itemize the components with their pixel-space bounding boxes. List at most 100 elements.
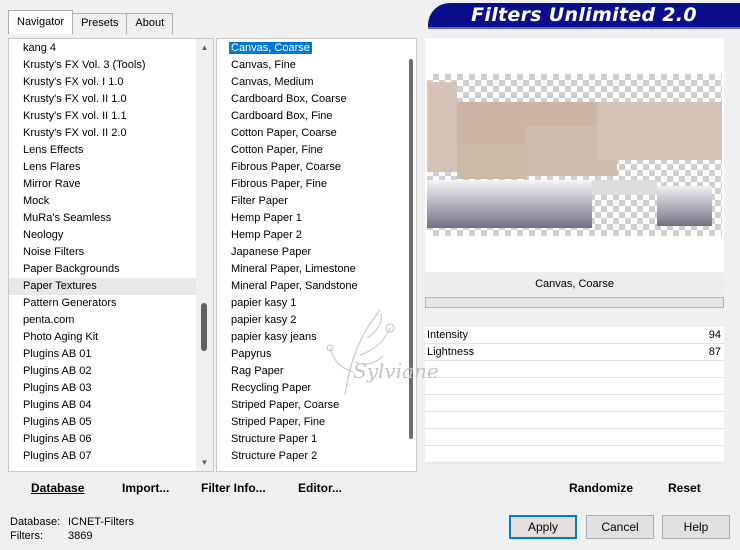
reset-button[interactable]: Reset [668, 481, 701, 495]
category-item[interactable]: Neology [9, 227, 197, 244]
tab-navigator[interactable]: Navigator [8, 10, 74, 34]
category-item[interactable]: Plugins AB 06 [9, 431, 197, 448]
filter-item[interactable]: Canvas, Medium [217, 74, 405, 91]
filter-item[interactable]: Canvas, Fine [217, 57, 405, 74]
filter-item[interactable]: papier kasy 2 [217, 312, 405, 329]
filter-item-label: Striped Paper, Coarse [231, 399, 340, 411]
apply-button[interactable]: Apply [509, 515, 577, 539]
category-list-panel: kang 4 Krusty's FX Vol. 3 (Tools) Krusty's… [8, 38, 214, 472]
category-item[interactable]: kang 4 [9, 40, 197, 57]
param-row-empty [425, 395, 724, 412]
filter-scrollbar[interactable] [409, 59, 413, 439]
param-label: Intensity [427, 329, 468, 341]
filter-item-label: Cardboard Box, Fine [231, 110, 333, 122]
filter-item[interactable]: Canvas, Coarse [217, 40, 405, 57]
filter-item-label: Cotton Paper, Fine [231, 144, 323, 156]
category-item[interactable]: Mirror Rave [9, 176, 197, 193]
category-item[interactable]: Plugins AB 05 [9, 414, 197, 431]
filter-item-label: Japanese Paper [231, 246, 312, 258]
randomize-button[interactable]: Randomize [569, 481, 633, 495]
parameter-list: Intensity 94 Lightness 87 [425, 327, 724, 463]
scroll-down-arrow-icon[interactable]: ▼ [196, 454, 213, 471]
param-label: Lightness [427, 346, 475, 358]
database-value: ICNET-Filters [68, 516, 134, 528]
filter-item-label: Canvas, Fine [231, 59, 296, 71]
category-list: kang 4 Krusty's FX Vol. 3 (Tools) Krusty's… [9, 40, 197, 472]
cancel-button[interactable]: Cancel [586, 515, 654, 539]
filter-item-label: Mineral Paper, Limestone [231, 263, 356, 275]
category-item[interactable]: Paper Backgrounds [9, 261, 197, 278]
filter-item[interactable]: Mineral Paper, Limestone [217, 261, 405, 278]
category-item[interactable]: Plugins AB 03 [9, 380, 197, 397]
filter-item-label: Canvas, Coarse [228, 41, 313, 55]
filters-info: Filters: 3869 [10, 530, 92, 542]
scroll-up-arrow-icon[interactable]: ▲ [196, 39, 213, 56]
category-item[interactable]: Lens Effects [9, 142, 197, 159]
filter-item[interactable]: Japanese Paper [217, 244, 405, 261]
filter-item-label: Fibrous Paper, Coarse [231, 161, 342, 173]
param-row-empty [425, 378, 724, 395]
filter-item-label: papier kasy 1 [231, 297, 297, 309]
filter-info-button[interactable]: Filter Info... [201, 481, 266, 495]
category-item[interactable]: Pattern Generators [9, 295, 197, 312]
tab-presets[interactable]: Presets [72, 13, 128, 34]
tab-about[interactable]: About [126, 13, 174, 34]
filter-item-label: papier kasy 2 [231, 314, 297, 326]
category-item[interactable]: Plugins AB 04 [9, 397, 197, 414]
category-item[interactable]: Lens Flares [9, 159, 197, 176]
app-title: Filters Unlimited 2.0 [471, 4, 697, 26]
filter-item[interactable]: papier kasy jeans [217, 329, 405, 346]
filter-item-label: Cotton Paper, Coarse [231, 127, 337, 139]
filter-item[interactable]: Striped Paper, Fine [217, 414, 405, 431]
filter-item[interactable]: Recycling Paper [217, 380, 405, 397]
param-row-empty [425, 429, 724, 446]
database-button[interactable]: Database [31, 481, 84, 495]
param-value: 87 [708, 346, 721, 358]
filter-item[interactable]: Papyrus [217, 346, 405, 363]
param-row-intensity[interactable]: Intensity 94 [425, 327, 724, 344]
category-item[interactable]: Krusty's FX vol. II 1.1 [9, 108, 197, 125]
filter-item[interactable]: Hemp Paper 2 [217, 227, 405, 244]
filter-item[interactable]: Striped Paper, Coarse [217, 397, 405, 414]
category-scrollbar[interactable]: ▲ ▼ [196, 39, 213, 471]
title-banner: Filters Unlimited 2.0 [428, 3, 740, 29]
filter-item-label: Papyrus [231, 348, 272, 360]
category-item[interactable]: Krusty's FX vol. I 1.0 [9, 74, 197, 91]
filter-item-label: Mineral Paper, Sandstone [231, 280, 358, 292]
category-item[interactable]: Noise Filters [9, 244, 197, 261]
filter-item[interactable]: Rag Paper [217, 363, 405, 380]
filter-item[interactable]: papier kasy 1 [217, 295, 405, 312]
category-item[interactable]: Krusty's FX vol. II 2.0 [9, 125, 197, 142]
category-item[interactable]: Photo Aging Kit [9, 329, 197, 346]
filter-item[interactable]: Structure Paper 2 [217, 448, 405, 465]
filter-item[interactable]: Cotton Paper, Fine [217, 142, 405, 159]
category-item[interactable]: Plugins AB 07 [9, 448, 197, 465]
category-item[interactable]: MuRa's Seamless [9, 210, 197, 227]
filter-item[interactable]: Fibrous Paper, Coarse [217, 159, 405, 176]
category-item[interactable]: Krusty's FX Vol. 3 (Tools) [9, 57, 197, 74]
filter-item[interactable]: Mineral Paper, Sandstone [217, 278, 405, 295]
filter-item[interactable]: Cotton Paper, Coarse [217, 125, 405, 142]
filter-item[interactable]: Hemp Paper 1 [217, 210, 405, 227]
param-row-lightness[interactable]: Lightness 87 [425, 344, 724, 361]
category-item[interactable]: Paper Textures [9, 278, 197, 295]
filters-count: 3869 [68, 530, 93, 542]
filter-item[interactable]: Cardboard Box, Fine [217, 108, 405, 125]
tab-bar: Navigator Presets About [8, 10, 174, 34]
preview-image [427, 74, 722, 236]
category-item[interactable]: Mock [9, 193, 197, 210]
filter-item-label: Canvas, Medium [231, 76, 314, 88]
help-button[interactable]: Help [662, 515, 730, 539]
category-item[interactable]: Plugins AB 02 [9, 363, 197, 380]
category-item[interactable]: Plugins AB 01 [9, 346, 197, 363]
param-value: 94 [708, 329, 721, 341]
filter-item[interactable]: Cardboard Box, Coarse [217, 91, 405, 108]
category-item[interactable]: penta.com [9, 312, 197, 329]
filter-item[interactable]: Filter Paper [217, 193, 405, 210]
editor-button[interactable]: Editor... [298, 481, 342, 495]
category-item[interactable]: Krusty's FX vol. II 1.0 [9, 91, 197, 108]
scroll-thumb[interactable] [201, 303, 207, 351]
filter-item[interactable]: Structure Paper 1 [217, 431, 405, 448]
import-button[interactable]: Import... [122, 481, 169, 495]
filter-item[interactable]: Fibrous Paper, Fine [217, 176, 405, 193]
